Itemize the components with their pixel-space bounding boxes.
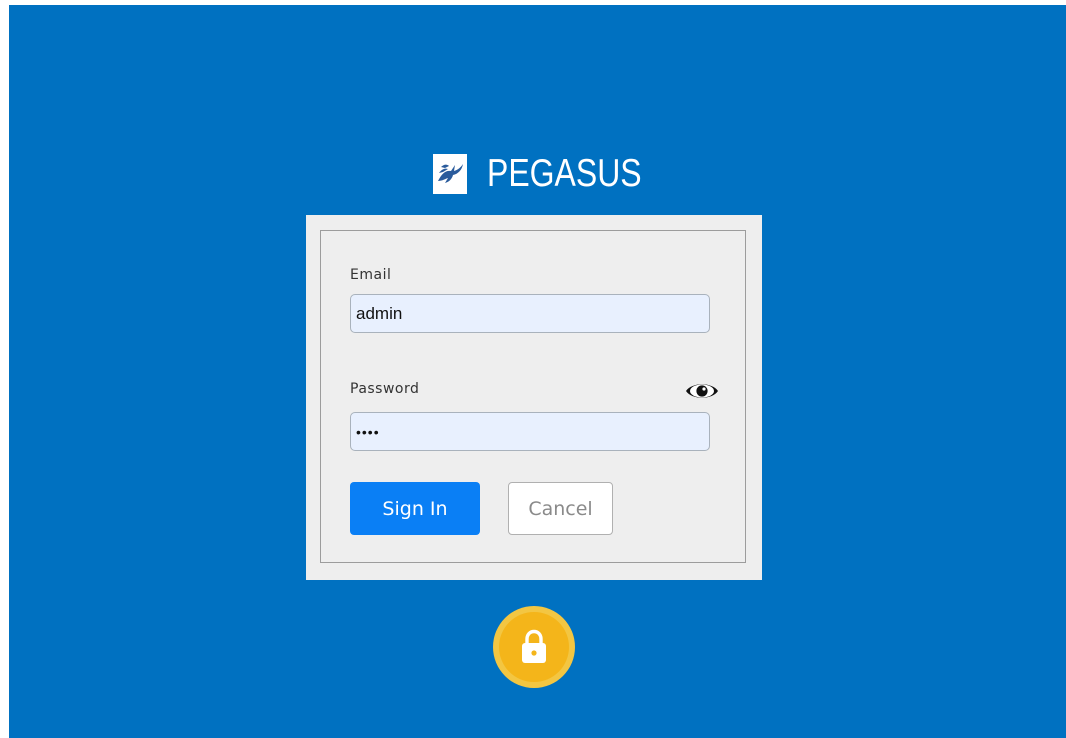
sign-in-button[interactable]: Sign In bbox=[350, 482, 480, 535]
brand-header: PEGASUS bbox=[433, 151, 676, 197]
email-field[interactable] bbox=[350, 294, 710, 333]
login-card: Email Password Sign In Cancel bbox=[306, 215, 762, 580]
password-label: Password bbox=[350, 381, 420, 397]
login-screen: PEGASUS Email Password Sign In Cancel bbox=[9, 5, 1066, 738]
pegasus-logo-icon bbox=[433, 154, 467, 194]
password-field[interactable] bbox=[350, 412, 710, 451]
cancel-button[interactable]: Cancel bbox=[508, 482, 613, 535]
eye-icon[interactable] bbox=[683, 377, 721, 405]
email-label: Email bbox=[350, 267, 392, 283]
login-form: Email Password Sign In Cancel bbox=[320, 230, 746, 563]
lock-badge bbox=[493, 606, 575, 688]
brand-name: PEGASUS bbox=[487, 152, 642, 195]
lock-icon bbox=[499, 612, 569, 682]
